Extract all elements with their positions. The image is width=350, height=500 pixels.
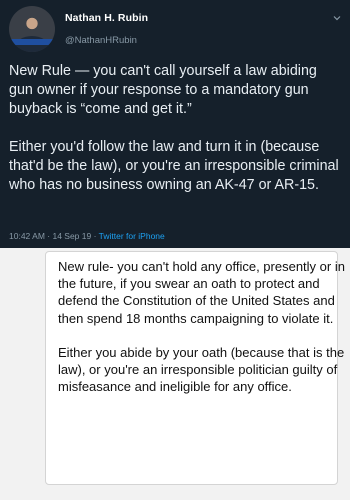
tweet-timestamp[interactable]: 10:42 AM · 14 Sep 19 · xyxy=(9,231,99,241)
tweet-card: Nathan H. Rubin @NathanHRubin New Rule —… xyxy=(0,0,350,248)
tweet-paragraph: Either you'd follow the law and turn it … xyxy=(9,139,339,193)
avatar-banner xyxy=(9,39,55,45)
tweet-text: New Rule — you can't call yourself a law… xyxy=(9,62,339,195)
tweet-meta: 10:42 AM · 14 Sep 19 · Twitter for iPhon… xyxy=(9,231,165,241)
chevron-down-icon[interactable] xyxy=(332,13,342,23)
reply-paragraph: Either you abide by your oath (because t… xyxy=(58,344,345,395)
tweet-source-link[interactable]: Twitter for iPhone xyxy=(99,231,165,241)
reply-text: New rule- you can't hold any office, pre… xyxy=(58,258,348,395)
avatar[interactable] xyxy=(9,6,55,52)
tweet-paragraph: New Rule — you can't call yourself a law… xyxy=(9,63,317,117)
author-handle[interactable]: @NathanHRubin xyxy=(65,35,137,46)
reply-paragraph: New rule- you can't hold any office, pre… xyxy=(58,259,345,326)
author-name[interactable]: Nathan H. Rubin xyxy=(65,12,148,24)
